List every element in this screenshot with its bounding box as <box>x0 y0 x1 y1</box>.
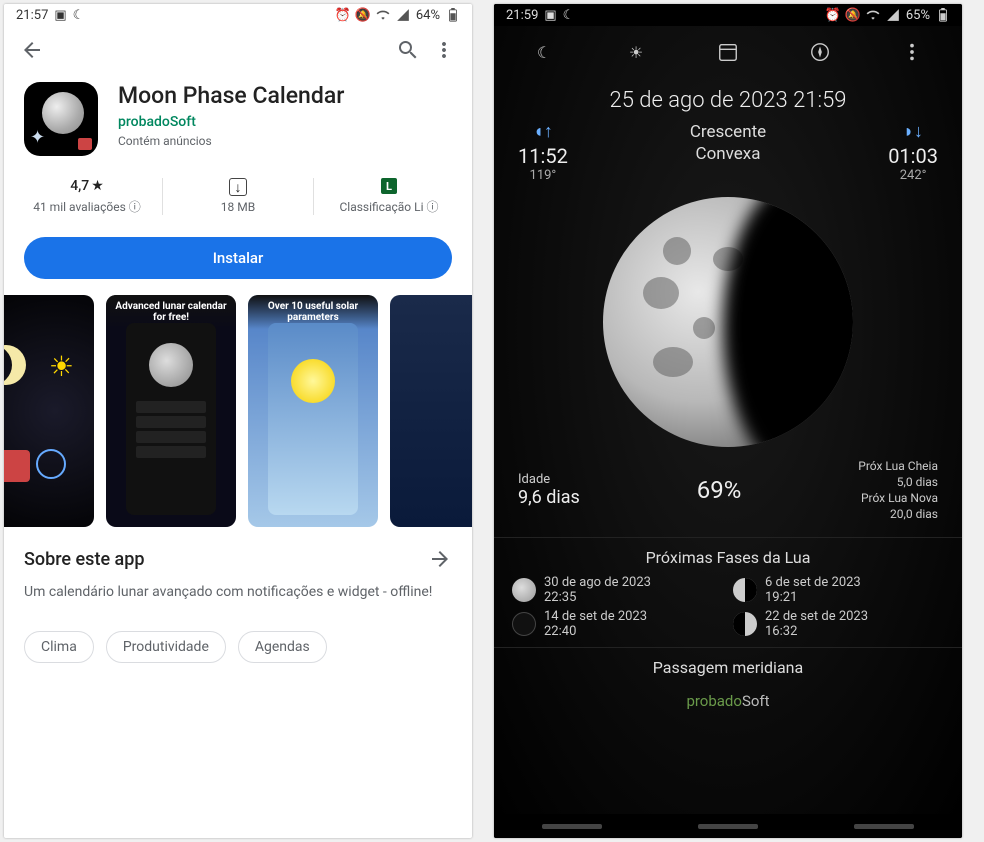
back-button[interactable] <box>20 38 44 62</box>
screenshot-3[interactable]: Over 10 useful solar parameters <box>248 295 378 527</box>
download-icon: ↓ <box>229 178 247 196</box>
screenshot-icon: ▣ <box>544 8 556 23</box>
age-block: Idade 9,6 dias <box>518 472 580 508</box>
dnd-icon: ☾ <box>563 8 575 23</box>
stats-row: 4,7★ 41 mil avaliações ⓘ ↓ 18 MB L Class… <box>4 164 472 229</box>
current-date[interactable]: 25 de ago de 2023 21:59 <box>494 78 962 121</box>
about-arrow-button[interactable] <box>428 547 452 571</box>
moonset: ◗↓ 01:03 242° <box>888 121 938 183</box>
alarm-icon: ⏰ <box>336 8 350 22</box>
about-title: Sobre este app <box>24 549 145 570</box>
info-icon: ⓘ <box>129 198 141 215</box>
next-events: Próx Lua Cheia 5,0 dias Próx Lua Nova 20… <box>858 457 938 523</box>
tab-calendar[interactable] <box>708 36 748 68</box>
status-time: 21:59 <box>506 8 538 23</box>
moonapp-screen: 21:59 ▣ ☾ ⏰ 🔕 65% ☾ ☀ <box>494 4 962 838</box>
moonrise: ◖↑ 11:52 119° <box>518 121 568 183</box>
screenshot-carousel[interactable]: ☀ Advanced lunar calendar for free! Over… <box>4 295 472 527</box>
playstore-header <box>4 26 472 74</box>
tab-moon[interactable]: ☾ <box>524 36 564 68</box>
meridian-title: Passagem meridiana <box>494 647 962 685</box>
signal-icon <box>886 8 900 22</box>
full-moon-icon <box>512 578 536 602</box>
mute-icon: 🔕 <box>846 8 860 22</box>
moon-stats: Idade 9,6 dias 69% Próx Lua Cheia 5,0 di… <box>494 457 962 537</box>
info-icon: ⓘ <box>427 198 439 215</box>
battery-icon <box>446 8 460 22</box>
more-button[interactable] <box>432 38 456 62</box>
developer-link[interactable]: probadoSoft <box>118 114 344 130</box>
tag-agendas[interactable]: Agendas <box>238 631 327 663</box>
wifi-icon <box>866 8 880 22</box>
stat-rating[interactable]: 4,7★ 41 mil avaliações ⓘ <box>12 178 163 215</box>
rise-set-row: ◖↑ 11:52 119° Crescente Convexa ◗↓ 01:03… <box>494 121 962 183</box>
about-description: Um calendário lunar avançado com notific… <box>24 583 452 603</box>
stat-size[interactable]: ↓ 18 MB <box>163 178 314 215</box>
new-moon-icon <box>512 612 536 636</box>
tag-produtividade[interactable]: Produtividade <box>106 631 226 663</box>
playstore-screen: 21:57 ▣ ☾ ⏰ 🔕 64% <box>4 4 472 838</box>
moonrise-icon: ◖↑ <box>518 121 568 142</box>
tag-clima[interactable]: Clima <box>24 631 94 663</box>
status-battery: 64% <box>416 8 440 23</box>
phase-item-full[interactable]: 30 de ago de 202322:35 <box>512 575 723 605</box>
last-quarter-icon <box>733 578 757 602</box>
tab-more[interactable] <box>892 36 932 68</box>
tags-row: Clima Produtividade Agendas <box>4 623 472 671</box>
moon-tabs: ☾ ☀ <box>494 26 962 78</box>
rating-badge-icon: L <box>381 178 397 194</box>
nav-back[interactable] <box>854 824 914 829</box>
tab-compass[interactable] <box>800 36 840 68</box>
about-section: Sobre este app Um calendário lunar avanç… <box>4 527 472 623</box>
dnd-icon: ☾ <box>73 8 85 23</box>
android-navbar <box>494 814 962 838</box>
phases-grid: 30 de ago de 202322:35 6 de set de 20231… <box>494 575 962 647</box>
moon-visual[interactable] <box>603 197 853 447</box>
screenshot-2[interactable]: Advanced lunar calendar for free! <box>106 295 236 527</box>
status-battery: 65% <box>906 8 930 23</box>
first-quarter-icon <box>733 612 757 636</box>
stat-content-rating[interactable]: L Classificação Li ⓘ <box>314 178 464 215</box>
star-icon: ★ <box>91 178 104 194</box>
app-title: Moon Phase Calendar <box>118 82 344 110</box>
nav-home[interactable] <box>698 824 758 829</box>
app-info: ✦ Moon Phase Calendar probadoSoft Contém… <box>4 74 472 164</box>
status-bar: 21:57 ▣ ☾ ⏰ 🔕 64% <box>4 4 472 26</box>
tab-sun[interactable]: ☀ <box>616 36 656 68</box>
screenshot-icon: ▣ <box>54 8 66 23</box>
screenshot-4[interactable] <box>390 295 472 527</box>
phases-title: Próximas Fases da Lua <box>494 537 962 575</box>
illumination: 69% <box>697 476 742 504</box>
install-button[interactable]: Instalar <box>24 237 452 279</box>
signal-icon <box>396 8 410 22</box>
phase-name: Crescente Convexa <box>690 121 766 165</box>
phase-item-firstq[interactable]: 22 de set de 202316:32 <box>733 609 944 639</box>
phase-item-new[interactable]: 14 de set de 202322:40 <box>512 609 723 639</box>
wifi-icon <box>376 8 390 22</box>
moonset-icon: ◗↓ <box>888 121 938 142</box>
ads-label: Contém anúncios <box>118 134 344 148</box>
moon-app-body: ☾ ☀ 25 de ago de 2023 21:59 ◖↑ 11:52 119… <box>494 26 962 814</box>
mute-icon: 🔕 <box>356 8 370 22</box>
status-bar: 21:59 ▣ ☾ ⏰ 🔕 65% <box>494 4 962 26</box>
alarm-icon: ⏰ <box>826 8 840 22</box>
screenshot-1[interactable]: ☀ <box>4 295 94 527</box>
phase-item-lastq[interactable]: 6 de set de 202319:21 <box>733 575 944 605</box>
battery-icon <box>936 8 950 22</box>
search-button[interactable] <box>396 38 420 62</box>
nav-recent[interactable] <box>542 824 602 829</box>
status-time: 21:57 <box>16 8 48 23</box>
brand-label: probadoSoft <box>494 685 962 716</box>
app-icon[interactable]: ✦ <box>24 82 98 156</box>
